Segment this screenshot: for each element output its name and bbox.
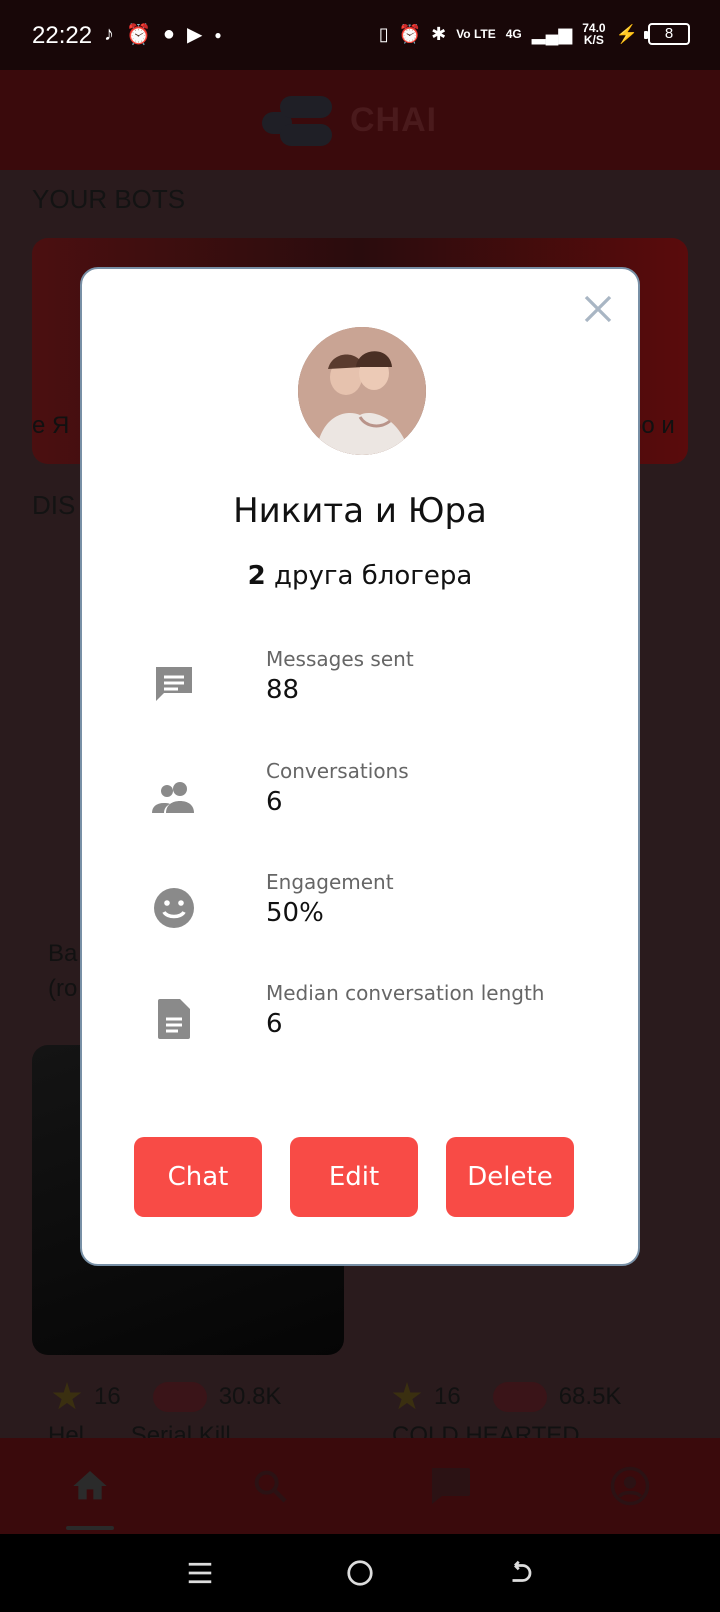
nav-search[interactable]	[225, 1438, 315, 1534]
bot-details-modal: Никита и Юра 2 друга блогера Messages se…	[80, 267, 640, 1266]
bot-name: Никита и Юра	[233, 491, 487, 531]
nav-home[interactable]	[45, 1438, 135, 1534]
stat-label: Conversations	[266, 759, 409, 783]
app-header: CHAI	[0, 70, 720, 170]
dot-icon: ●	[214, 27, 222, 42]
chat-button[interactable]: Chat	[134, 1137, 262, 1217]
message-icon	[156, 667, 192, 701]
logo-mark-icon	[262, 92, 342, 148]
bot-avatar	[298, 327, 426, 455]
bot-description: 2 друга блогера	[247, 561, 473, 591]
bluetooth-icon: ✱	[431, 23, 447, 44]
stat-value: 50%	[266, 898, 324, 928]
stat-median-length: Median conversation length 6	[82, 981, 638, 1071]
stat-messages-sent: Messages sent 88	[82, 647, 638, 737]
vibrate-icon: ▯	[378, 23, 389, 44]
close-icon[interactable]	[580, 291, 616, 327]
person-icon: ●	[162, 23, 175, 45]
stat-value: 6	[266, 787, 283, 817]
status-time: 22:22	[32, 22, 93, 49]
stat-label: Engagement	[266, 870, 394, 894]
bot-title-fragment-1: Ba	[48, 940, 78, 967]
bot-card-stats-1: 16 30.8K	[52, 1382, 281, 1412]
star-count: 16	[94, 1383, 121, 1410]
stat-label: Messages sent	[266, 647, 414, 671]
stat-conversations: Conversations 6	[82, 759, 638, 849]
system-nav-bar	[0, 1534, 720, 1612]
signal-type: 4G	[505, 27, 522, 41]
bottom-nav	[0, 1438, 720, 1534]
avatar-photo	[298, 327, 426, 455]
delete-button[interactable]: Delete	[446, 1137, 574, 1217]
document-icon	[158, 999, 190, 1039]
tiktok-icon: ♪	[104, 23, 114, 45]
system-status-icons: ▯ ⏰ ✱ Vo LTE 4G ▂▄▆ 74.0 K/S ⚡ 8	[379, 22, 690, 46]
chat-icon	[432, 1468, 470, 1504]
notification-icons: ♪ ⏰ ● ▶ ●	[104, 22, 222, 47]
stat-value: 88	[266, 675, 300, 705]
alarm-icon: ⏰	[126, 24, 151, 46]
discover-title: DIS	[32, 490, 76, 520]
people-icon	[152, 782, 194, 813]
alarm-clock-icon: ⏰	[398, 23, 422, 44]
star-icon	[392, 1382, 422, 1410]
stat-label: Median conversation length	[266, 981, 545, 1005]
edit-button[interactable]: Edit	[290, 1137, 418, 1217]
youtube-icon: ▶	[187, 24, 203, 46]
home-icon	[73, 1471, 107, 1500]
star-count: 16	[434, 1383, 461, 1410]
chat-count: 68.5K	[558, 1383, 622, 1410]
charging-icon: ⚡	[615, 23, 638, 44]
stat-value: 6	[266, 1009, 283, 1039]
smile-icon	[154, 888, 194, 928]
bot-title-fragment-2: (ro	[48, 975, 78, 1002]
status-bar: 22:22 ♪ ⏰ ● ▶ ● ▯ ⏰ ✱ Vo LTE 4G ▂▄▆ 74.0…	[0, 0, 720, 70]
nav-profile[interactable]	[585, 1438, 675, 1534]
chat-bubble-icon	[152, 1382, 207, 1412]
app-logo: CHAI	[262, 92, 437, 148]
chat-count: 30.8K	[218, 1383, 282, 1410]
battery-indicator: 8	[644, 23, 690, 45]
network-type: Vo LTE	[456, 27, 496, 41]
star-icon	[52, 1382, 82, 1410]
chat-bubble-icon	[492, 1382, 547, 1412]
profile-icon	[610, 1466, 650, 1506]
your-bots-title: YOUR BOTS	[32, 184, 186, 214]
back-icon[interactable]	[505, 1558, 535, 1588]
signal-bars-icon: ▂▄▆	[531, 23, 573, 44]
modal-actions: Chat Edit Delete	[134, 1137, 574, 1217]
stat-engagement: Engagement 50%	[82, 870, 638, 960]
home-button-icon[interactable]	[345, 1558, 375, 1588]
logo-text: CHAI	[350, 100, 438, 139]
search-icon	[254, 1470, 287, 1503]
bot-card-stats-2: 16 68.5K	[392, 1382, 621, 1412]
net-speed: 74.0 K/S	[582, 21, 606, 47]
screen: 22:22 ♪ ⏰ ● ▶ ● ▯ ⏰ ✱ Vo LTE 4G ▂▄▆ 74.0…	[0, 0, 720, 1612]
nav-chats[interactable]	[405, 1438, 495, 1534]
bot-card-label-left: e Я	[32, 412, 70, 439]
recent-apps-icon[interactable]	[185, 1558, 215, 1588]
